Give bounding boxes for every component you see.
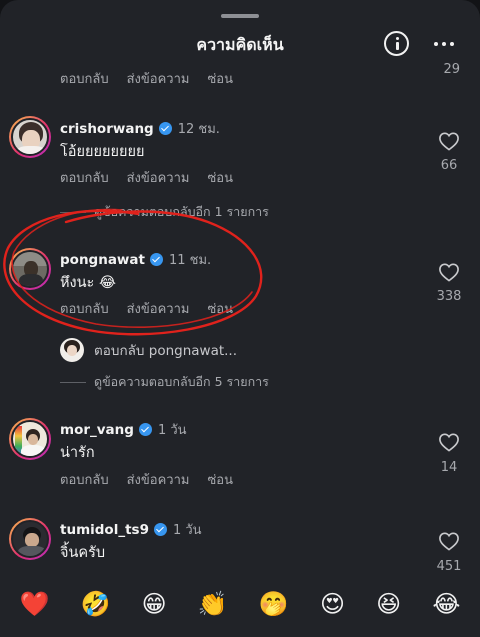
avatar[interactable]: [9, 518, 51, 560]
comment-actions: ตอบกลับ ส่งข้อความ ซ่อน: [60, 469, 251, 490]
send-message-button[interactable]: ส่งข้อความ: [127, 469, 190, 490]
username[interactable]: pongnawat: [60, 252, 145, 268]
reply-preview[interactable]: ตอบกลับ pongnawat...: [60, 338, 237, 362]
send-message-button[interactable]: ส่งข้อความ: [127, 167, 190, 188]
send-message-button[interactable]: ส่งข้อความ: [127, 68, 190, 89]
like-count: 338: [436, 289, 462, 304]
comment-actions: ตอบกลับ ส่งข้อความ ซ่อน: [60, 167, 251, 188]
like-count: 29: [443, 62, 460, 77]
comment-username[interactable]: crishorwang 12 ชม.: [60, 118, 220, 139]
username[interactable]: tumidol_ts9: [60, 522, 149, 538]
comments-sheet: ความคิดเห็น ตอบกลับ ส่งข้อความ ซ่อน 29 c…: [0, 0, 480, 637]
hide-button[interactable]: ซ่อน: [207, 469, 233, 490]
info-icon[interactable]: [384, 31, 409, 56]
reply-avatar: [60, 338, 84, 362]
view-replies-label[interactable]: ดูข้อความตอบกลับอีก 5 รายการ: [94, 372, 269, 392]
comment-time: 1 วัน: [157, 423, 187, 438]
emoji-reaction-bar: ❤️ 🤣 😁 👏 🤭 😍 😆 😂: [0, 582, 480, 626]
emoji-clap[interactable]: 👏: [198, 590, 228, 618]
heart-outline-icon[interactable]: [438, 131, 460, 151]
comment-text: โอ้ยยยยยยยย: [60, 144, 145, 160]
like-count: 66: [440, 158, 458, 173]
heart-outline-icon[interactable]: [438, 262, 460, 282]
like-count: 14: [440, 460, 458, 475]
hide-button[interactable]: ซ่อน: [207, 167, 233, 188]
verified-badge-icon: [149, 253, 163, 266]
reply-button[interactable]: ตอบกลับ: [60, 298, 109, 319]
reply-button[interactable]: ตอบกลับ: [60, 167, 109, 188]
emoji-rofl[interactable]: 🤣: [81, 590, 111, 618]
emoji-grin[interactable]: 😁: [142, 590, 167, 618]
verified-badge-icon: [138, 423, 152, 436]
view-replies-link[interactable]: ดูข้อความตอบกลับอีก 1 รายการ: [60, 202, 269, 222]
view-replies-link[interactable]: ดูข้อความตอบกลับอีก 5 รายการ: [60, 372, 269, 392]
avatar[interactable]: [9, 248, 51, 290]
drag-handle[interactable]: [221, 14, 259, 18]
divider: [60, 381, 86, 383]
emoji-heart[interactable]: ❤️: [20, 590, 50, 618]
emoji-heart-eyes[interactable]: 😍: [320, 590, 345, 618]
like-count: 451: [436, 559, 462, 574]
comment-time: 12 ชม.: [177, 122, 220, 137]
verified-badge-icon: [158, 122, 172, 135]
emoji-laughing[interactable]: 😆: [376, 590, 401, 618]
reply-button[interactable]: ตอบกลับ: [60, 469, 109, 490]
divider: [60, 211, 86, 213]
heart-outline-icon[interactable]: [438, 432, 460, 452]
comment-username[interactable]: pongnawat 11 ชม.: [60, 249, 211, 270]
comment-actions: ตอบกลับ ส่งข้อความ ซ่อน: [60, 68, 251, 89]
comment-username[interactable]: tumidol_ts9 1 วัน: [60, 519, 202, 540]
view-replies-label[interactable]: ดูข้อความตอบกลับอีก 1 รายการ: [94, 202, 269, 222]
send-message-button[interactable]: ส่งข้อความ: [127, 298, 190, 319]
more-options-icon[interactable]: [432, 42, 456, 48]
comment-text: จิ้นครับ: [60, 545, 106, 561]
comment-actions: ตอบกลับ ส่งข้อความ ซ่อน: [60, 298, 251, 319]
emoji-joy[interactable]: 😂: [432, 590, 460, 618]
reply-button[interactable]: ตอบกลับ: [60, 68, 109, 89]
avatar[interactable]: [9, 116, 51, 158]
hide-button[interactable]: ซ่อน: [207, 68, 233, 89]
comment-time: 1 วัน: [172, 523, 202, 538]
avatar[interactable]: [9, 418, 51, 460]
reply-preview-text[interactable]: ตอบกลับ pongnawat...: [94, 339, 237, 361]
username[interactable]: crishorwang: [60, 121, 154, 137]
username[interactable]: mor_vang: [60, 422, 134, 438]
heart-outline-icon[interactable]: [438, 531, 460, 551]
comment-text: หึงนะ 😂: [60, 275, 116, 291]
comment-time: 11 ชม.: [168, 253, 212, 268]
hide-button[interactable]: ซ่อน: [207, 298, 233, 319]
comment-username[interactable]: mor_vang 1 วัน: [60, 419, 187, 440]
emoji-hand-over-mouth[interactable]: 🤭: [259, 590, 289, 618]
comment-text: น่ารัก: [60, 445, 95, 461]
verified-badge-icon: [153, 523, 167, 536]
